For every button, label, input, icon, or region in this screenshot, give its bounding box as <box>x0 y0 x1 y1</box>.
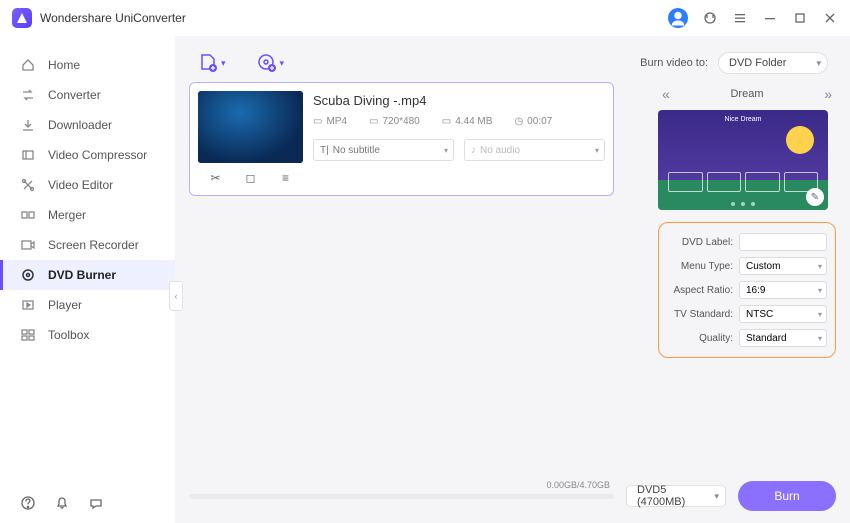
sidebar-item-editor[interactable]: Video Editor <box>0 170 175 200</box>
disc-usage-bar: 0.00GB/4.70GB <box>189 494 614 499</box>
burn-to-select[interactable]: DVD Folder <box>718 52 828 74</box>
user-avatar[interactable] <box>668 8 688 28</box>
burn-button[interactable]: Burn <box>738 481 836 511</box>
feedback-icon[interactable] <box>88 495 104 511</box>
add-file-button[interactable]: ▾ <box>197 52 226 74</box>
duration-icon: ◷ <box>514 116 523 127</box>
sidebar-item-converter[interactable]: Converter <box>0 80 175 110</box>
close-button[interactable] <box>822 10 838 26</box>
maximize-button[interactable] <box>792 10 808 26</box>
add-disc-button[interactable]: ▾ <box>256 52 285 74</box>
aspect-ratio-select[interactable]: 16:9 <box>739 281 827 299</box>
converter-icon <box>20 87 36 103</box>
sidebar-item-label: Merger <box>48 208 86 222</box>
sidebar: Home Converter Downloader Video Compress… <box>0 36 175 523</box>
sidebar-collapse-button[interactable]: ‹ <box>169 281 183 311</box>
downloader-icon <box>20 117 36 133</box>
notification-icon[interactable] <box>54 495 70 511</box>
theme-name: Dream <box>730 88 763 100</box>
home-icon <box>20 57 36 73</box>
quality-label: Quality: <box>667 333 733 344</box>
file-title: Scuba Diving -.mp4 <box>313 93 605 108</box>
app-title: Wondershare UniConverter <box>40 11 186 25</box>
file-resolution: 720*480 <box>382 116 419 127</box>
sidebar-item-label: Player <box>48 298 82 312</box>
dvd-icon <box>20 267 36 283</box>
sidebar-item-label: Downloader <box>48 118 112 132</box>
tv-standard-select[interactable]: NTSC <box>739 305 827 323</box>
sidebar-item-player[interactable]: Player <box>0 290 175 320</box>
support-icon[interactable] <box>702 10 718 26</box>
menu-icon[interactable] <box>732 10 748 26</box>
burn-to-label: Burn video to: <box>640 57 708 69</box>
theme-preview: Nice Dream ✎ <box>658 110 828 210</box>
help-icon[interactable] <box>20 495 36 511</box>
edit-theme-button[interactable]: ✎ <box>806 188 824 206</box>
file-size: 4.44 MB <box>455 116 492 127</box>
subtitle-select[interactable]: T|No subtitle <box>313 139 454 161</box>
file-duration: 00:07 <box>527 116 552 127</box>
size-icon: ▭ <box>442 116 451 127</box>
sidebar-item-merger[interactable]: Merger <box>0 200 175 230</box>
more-icon[interactable]: ≡ <box>278 171 294 185</box>
sidebar-item-label: Video Compressor <box>48 148 147 162</box>
preview-title: Nice Dream <box>658 116 828 123</box>
sidebar-item-label: Home <box>48 58 80 72</box>
quality-select[interactable]: Standard <box>739 329 827 347</box>
menu-type-select[interactable]: Custom <box>739 257 827 275</box>
dvd-label-label: DVD Label: <box>667 237 733 248</box>
crop-icon[interactable]: ◻ <box>243 171 259 185</box>
dvd-label-input[interactable] <box>739 233 827 251</box>
resolution-icon: ▭ <box>369 116 378 127</box>
sidebar-item-label: Toolbox <box>48 328 89 342</box>
compressor-icon <box>20 147 36 163</box>
dvd-settings: DVD Label: Menu Type: Custom Aspect Ratio… <box>658 222 836 358</box>
disc-usage-text: 0.00GB/4.70GB <box>546 480 610 490</box>
next-theme-button[interactable]: » <box>820 86 836 102</box>
disc-type-select[interactable]: DVD5 (4700MB) <box>626 485 726 507</box>
trim-icon[interactable]: ✂ <box>208 171 224 185</box>
sidebar-item-home[interactable]: Home <box>0 50 175 80</box>
audio-select[interactable]: ♪No audio <box>464 139 605 161</box>
sidebar-item-label: Screen Recorder <box>48 238 139 252</box>
file-format: MP4 <box>326 116 347 127</box>
sidebar-item-downloader[interactable]: Downloader <box>0 110 175 140</box>
sidebar-item-toolbox[interactable]: Toolbox <box>0 320 175 350</box>
minimize-button[interactable] <box>762 10 778 26</box>
merger-icon <box>20 207 36 223</box>
menu-type-label: Menu Type: <box>667 261 733 272</box>
toolbox-icon <box>20 327 36 343</box>
file-card[interactable]: ✂ ◻ ≡ Scuba Diving -.mp4 ▭ MP4 ▭ 720*480 ▭… <box>189 82 614 196</box>
tv-standard-label: TV Standard: <box>667 309 733 320</box>
aspect-ratio-label: Aspect Ratio: <box>667 285 733 296</box>
video-thumbnail <box>198 91 303 163</box>
format-icon: ▭ <box>313 116 322 127</box>
sidebar-item-label: Video Editor <box>48 178 113 192</box>
recorder-icon <box>20 237 36 253</box>
sidebar-item-recorder[interactable]: Screen Recorder <box>0 230 175 260</box>
player-icon <box>20 297 36 313</box>
sidebar-item-label: Converter <box>48 88 101 102</box>
sidebar-item-dvd-burner[interactable]: DVD Burner <box>0 260 175 290</box>
editor-icon <box>20 177 36 193</box>
sidebar-item-label: DVD Burner <box>48 268 116 282</box>
app-logo <box>12 8 32 28</box>
prev-theme-button[interactable]: « <box>658 86 674 102</box>
sidebar-item-compressor[interactable]: Video Compressor <box>0 140 175 170</box>
